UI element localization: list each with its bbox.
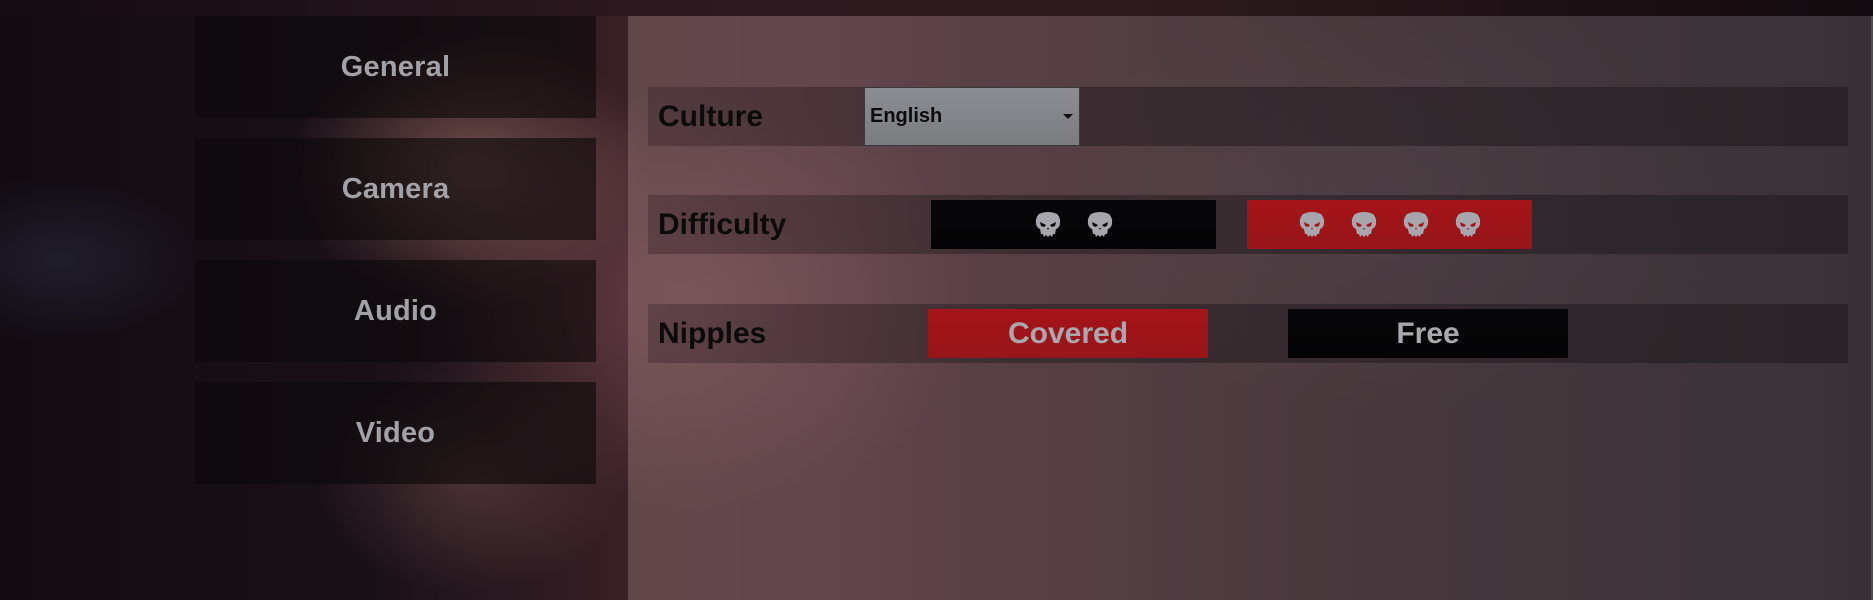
sidebar-item-audio[interactable]: Audio	[195, 260, 596, 362]
culture-label: Culture	[658, 99, 763, 133]
skull-icon	[1035, 211, 1060, 237]
skull-icon	[1403, 211, 1428, 237]
skull-icon	[1299, 211, 1324, 237]
nipples-row: Nipples Covered Free	[648, 304, 1848, 363]
nipples-label: Nipples	[658, 316, 767, 350]
difficulty-option-normal[interactable]	[931, 200, 1216, 249]
culture-dropdown[interactable]: English	[864, 87, 1080, 146]
settings-panel: Culture English Difficulty Nipples Cover…	[628, 16, 1873, 600]
culture-selected-value: English	[870, 105, 943, 127]
difficulty-option-hard[interactable]	[1247, 200, 1532, 249]
option-label: Free	[1396, 316, 1460, 350]
sidebar-item-label: General	[340, 50, 451, 83]
sidebar-item-general[interactable]: General	[195, 16, 596, 118]
sidebar-item-video[interactable]: Video	[195, 382, 596, 484]
settings-sidebar: General Camera Audio Video	[195, 16, 596, 504]
sidebar-item-label: Camera	[341, 172, 450, 205]
skull-icon	[1351, 211, 1376, 237]
difficulty-row: Difficulty	[648, 195, 1848, 254]
culture-row: Culture English	[648, 87, 1848, 146]
top-strip	[0, 0, 1873, 16]
nipples-option-free[interactable]: Free	[1288, 309, 1568, 358]
sidebar-item-label: Video	[355, 416, 436, 449]
sidebar-item-camera[interactable]: Camera	[195, 138, 596, 240]
nipples-option-covered[interactable]: Covered	[928, 309, 1208, 358]
skull-icon	[1455, 211, 1480, 237]
chevron-down-icon	[1063, 114, 1073, 119]
skull-icon	[1087, 211, 1112, 237]
option-label: Covered	[1007, 316, 1129, 350]
difficulty-label: Difficulty	[658, 207, 787, 241]
sidebar-item-label: Audio	[353, 294, 438, 327]
